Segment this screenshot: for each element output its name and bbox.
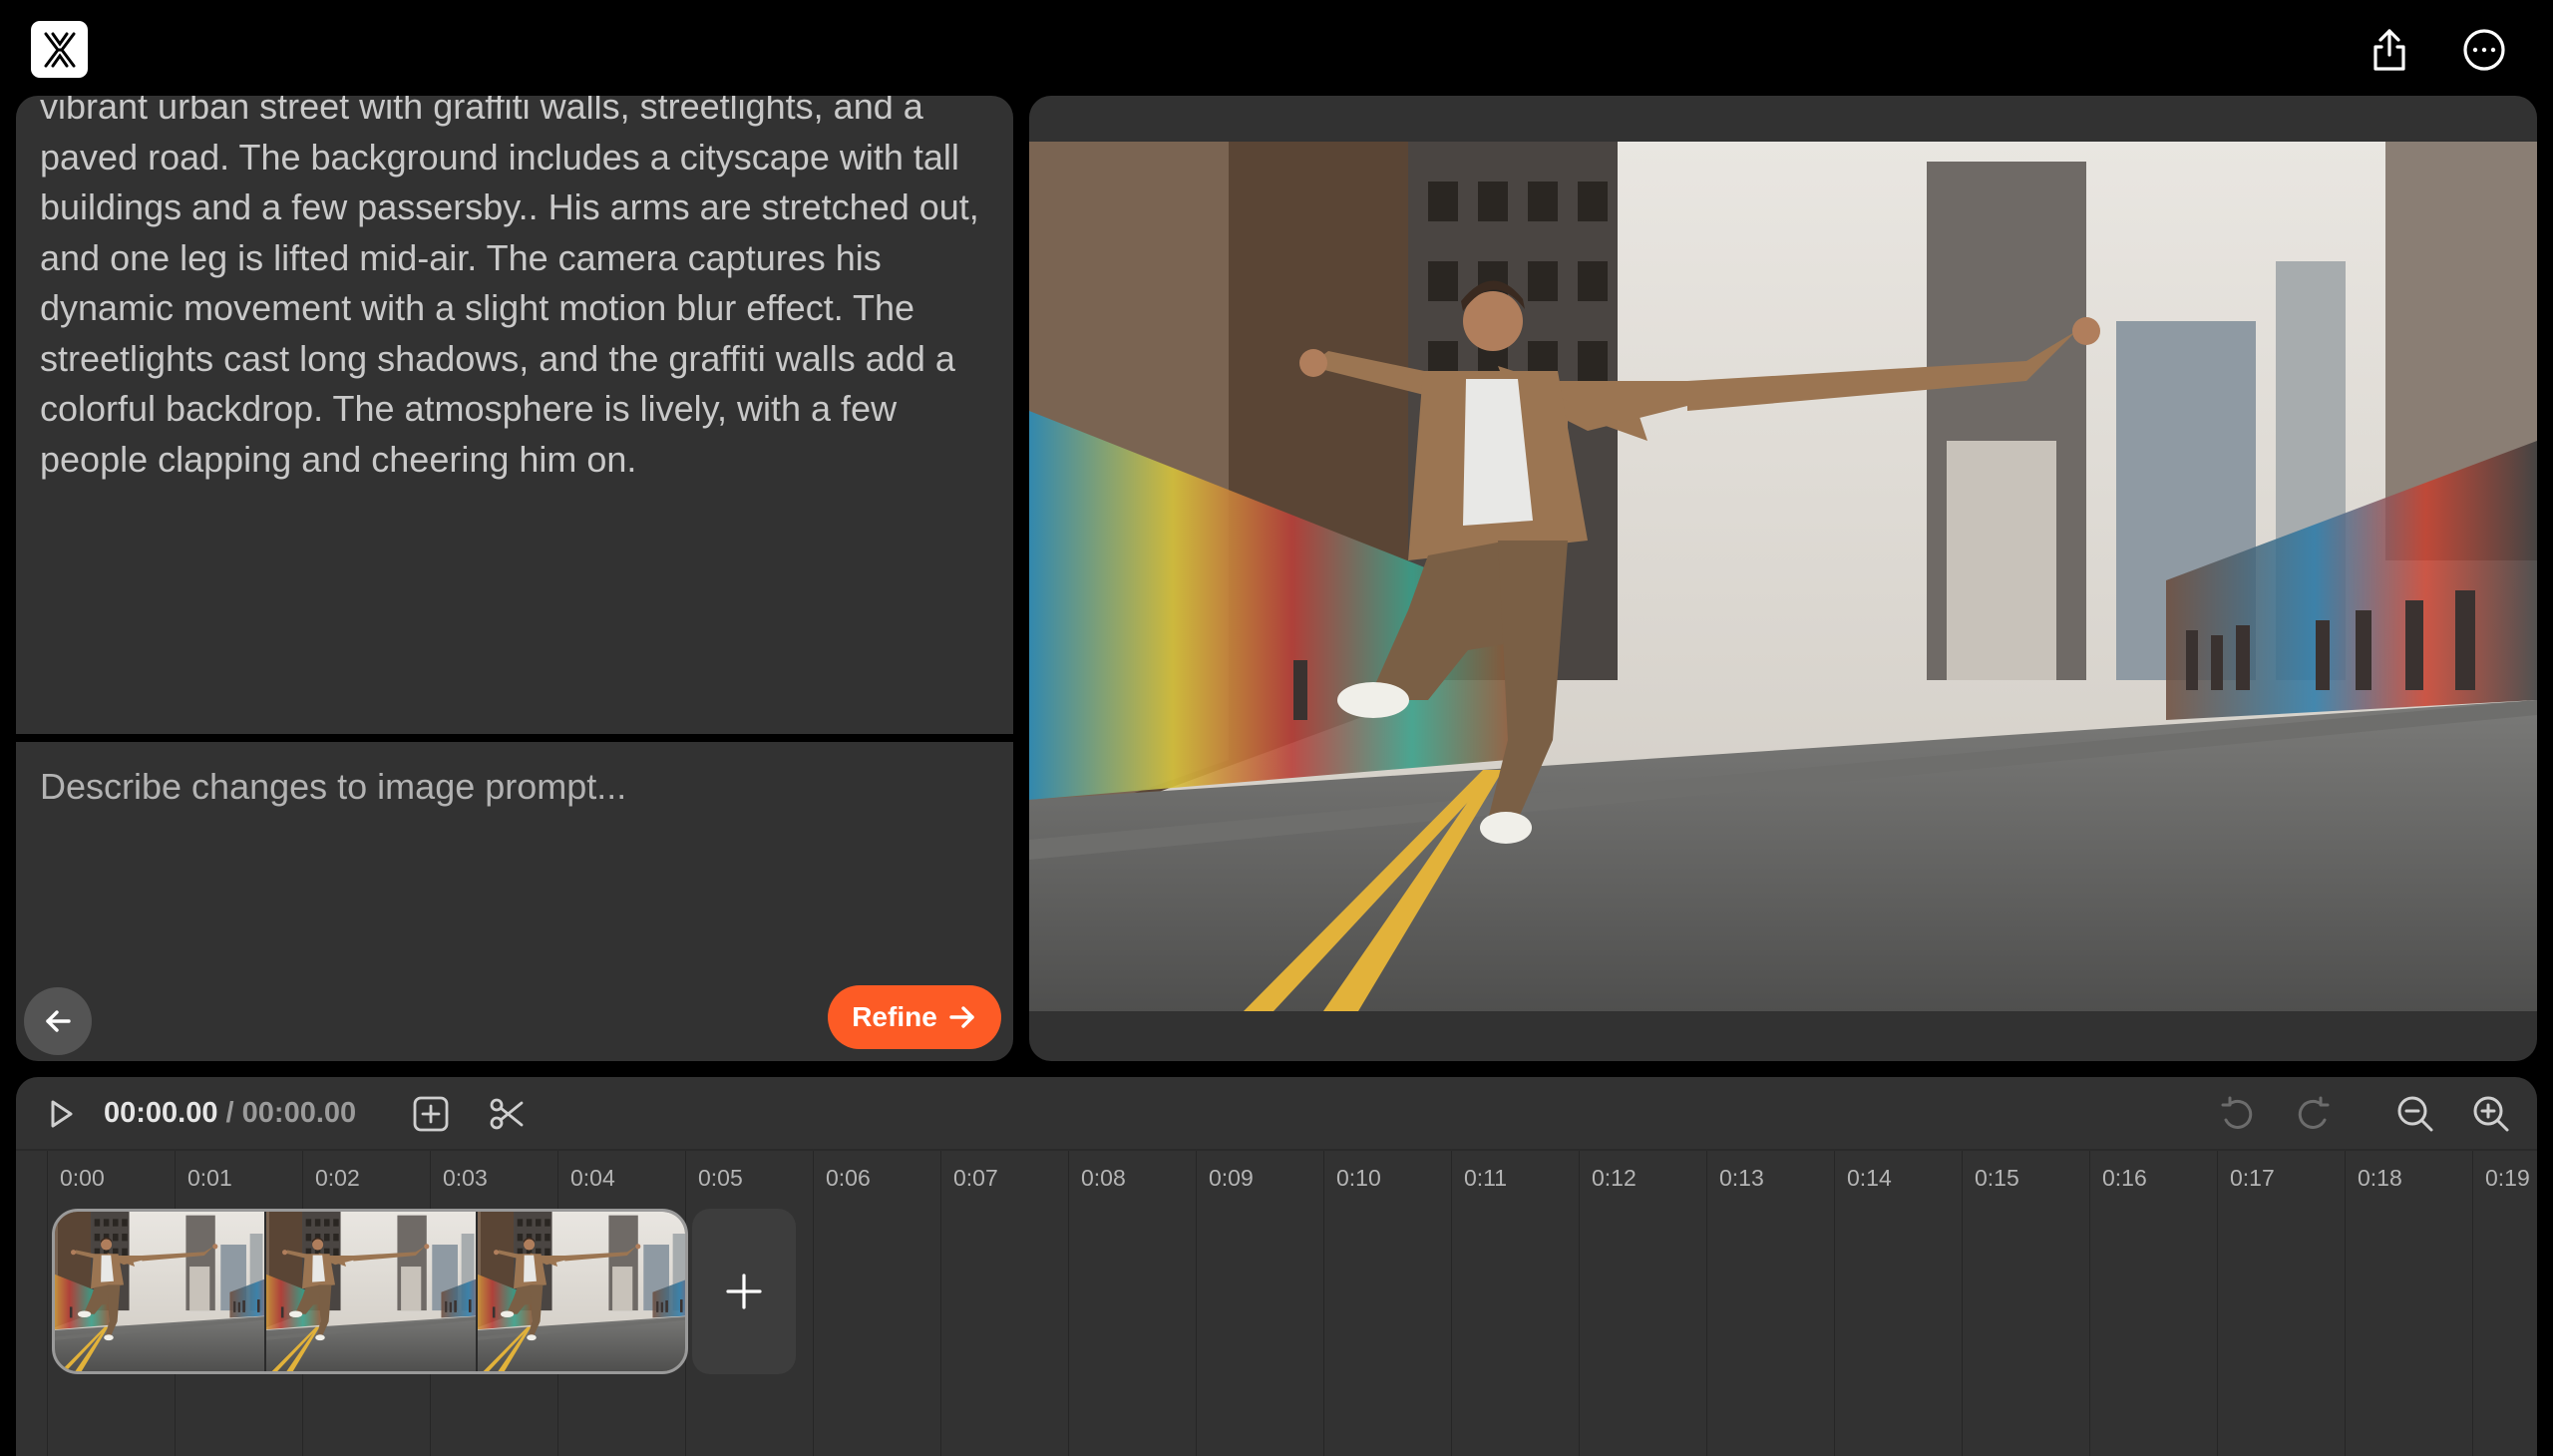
timeline-tick-label: 0:08 bbox=[1081, 1165, 1126, 1191]
time-separator: / bbox=[217, 1097, 242, 1129]
timeline-tick-label: 0:06 bbox=[826, 1165, 871, 1191]
add-square-icon bbox=[413, 1096, 449, 1132]
timeline-tick-label: 0:14 bbox=[1847, 1165, 1892, 1191]
timeline-tick: 0:10 bbox=[1323, 1151, 1381, 1456]
timeline-tick-label: 0:18 bbox=[2358, 1165, 2402, 1191]
redo-button[interactable] bbox=[2291, 1091, 2337, 1137]
timeline-tick: 0:09 bbox=[1196, 1151, 1254, 1456]
timeline-tick: 0:15 bbox=[1962, 1151, 2019, 1456]
timeline-tick-label: 0:02 bbox=[315, 1165, 360, 1191]
undo-icon bbox=[2221, 1096, 2253, 1129]
timeline-panel: 00:00.00 / 00:00.00 0:00 0:01 0:02 0:03 … bbox=[16, 1077, 2537, 1456]
total-duration: 00:00.00 bbox=[241, 1097, 357, 1129]
share-icon bbox=[2373, 29, 2405, 71]
timeline-tick-label: 0:15 bbox=[1975, 1165, 2019, 1191]
clip-thumbnail bbox=[266, 1212, 478, 1371]
redo-icon bbox=[2298, 1096, 2330, 1129]
timeline-tick: 0:14 bbox=[1834, 1151, 1892, 1456]
prompt-panel: vibrant urban street with graffiti walls… bbox=[16, 96, 1013, 734]
timeline-tick-label: 0:16 bbox=[2102, 1165, 2147, 1191]
clip-thumbnail bbox=[55, 1212, 266, 1371]
timeline-tick-label: 0:12 bbox=[1592, 1165, 1637, 1191]
timeline-tick-label: 0:19 bbox=[2485, 1165, 2530, 1191]
timeline-tick: 0:12 bbox=[1579, 1151, 1637, 1456]
timeline-tick-label: 0:01 bbox=[187, 1165, 232, 1191]
prompt-text[interactable]: vibrant urban street with graffiti walls… bbox=[40, 96, 993, 485]
timeline-tick-label: 0:05 bbox=[698, 1165, 743, 1191]
more-options-button[interactable] bbox=[2454, 20, 2514, 80]
timeline-tick: 0:06 bbox=[813, 1151, 871, 1456]
clip-thumbnail bbox=[478, 1212, 685, 1371]
timeline-tick-label: 0:04 bbox=[570, 1165, 615, 1191]
share-button[interactable] bbox=[2360, 20, 2419, 80]
undo-button[interactable] bbox=[2214, 1091, 2260, 1137]
zoom-out-button[interactable] bbox=[2392, 1091, 2438, 1137]
play-icon bbox=[51, 1100, 73, 1128]
timeline-tick: 0:00 bbox=[47, 1151, 105, 1456]
arrow-left-icon bbox=[46, 1010, 71, 1032]
timeline-tick-label: 0:11 bbox=[1464, 1165, 1508, 1191]
scissors-icon bbox=[490, 1098, 524, 1130]
split-clip-button[interactable] bbox=[484, 1091, 530, 1137]
app-logo[interactable] bbox=[31, 21, 88, 78]
timecode: 00:00.00 / 00:00.00 bbox=[104, 1097, 356, 1130]
zoom-in-icon bbox=[2473, 1096, 2509, 1132]
timeline-toolbar: 00:00.00 / 00:00.00 bbox=[16, 1077, 2537, 1149]
current-time: 00:00.00 bbox=[104, 1097, 218, 1129]
zoom-out-icon bbox=[2397, 1096, 2433, 1132]
play-button[interactable] bbox=[38, 1091, 84, 1137]
timeline-tick: 0:08 bbox=[1068, 1151, 1126, 1456]
timeline-tick-label: 0:13 bbox=[1719, 1165, 1764, 1191]
timeline-tick-label: 0:09 bbox=[1209, 1165, 1254, 1191]
preview-image[interactable] bbox=[1029, 142, 2537, 1011]
timeline-tick: 0:13 bbox=[1706, 1151, 1764, 1456]
plus-icon bbox=[726, 1274, 762, 1309]
timeline-tick: 0:17 bbox=[2217, 1151, 2275, 1456]
refine-panel: Refine bbox=[16, 742, 1013, 1061]
back-button[interactable] bbox=[24, 987, 92, 1055]
add-clip-button[interactable] bbox=[692, 1209, 796, 1374]
zoom-in-button[interactable] bbox=[2468, 1091, 2514, 1137]
video-clip[interactable] bbox=[52, 1209, 688, 1374]
timeline-tick-label: 0:07 bbox=[953, 1165, 998, 1191]
app-logo-icon bbox=[44, 32, 75, 67]
timeline-tick-label: 0:17 bbox=[2230, 1165, 2275, 1191]
timeline-tick: 0:11 bbox=[1451, 1151, 1507, 1456]
timeline-tick: 0:16 bbox=[2089, 1151, 2147, 1456]
preview-panel bbox=[1029, 96, 2537, 1061]
timeline-tick: 0:18 bbox=[2345, 1151, 2402, 1456]
refine-prompt-input[interactable] bbox=[40, 762, 977, 961]
timeline-tick-label: 0:03 bbox=[443, 1165, 488, 1191]
timeline-tick-label: 0:10 bbox=[1336, 1165, 1381, 1191]
refine-button-label: Refine bbox=[852, 1001, 937, 1032]
timeline-tick: 0:07 bbox=[940, 1151, 998, 1456]
more-options-icon bbox=[2463, 29, 2505, 71]
timeline-tick-label: 0:00 bbox=[60, 1165, 105, 1191]
arrow-right-icon bbox=[949, 1006, 974, 1028]
add-clip-toolbar-button[interactable] bbox=[408, 1091, 454, 1137]
refine-button[interactable]: Refine bbox=[828, 985, 1001, 1049]
timeline-tick: 0:19 bbox=[2472, 1151, 2530, 1456]
